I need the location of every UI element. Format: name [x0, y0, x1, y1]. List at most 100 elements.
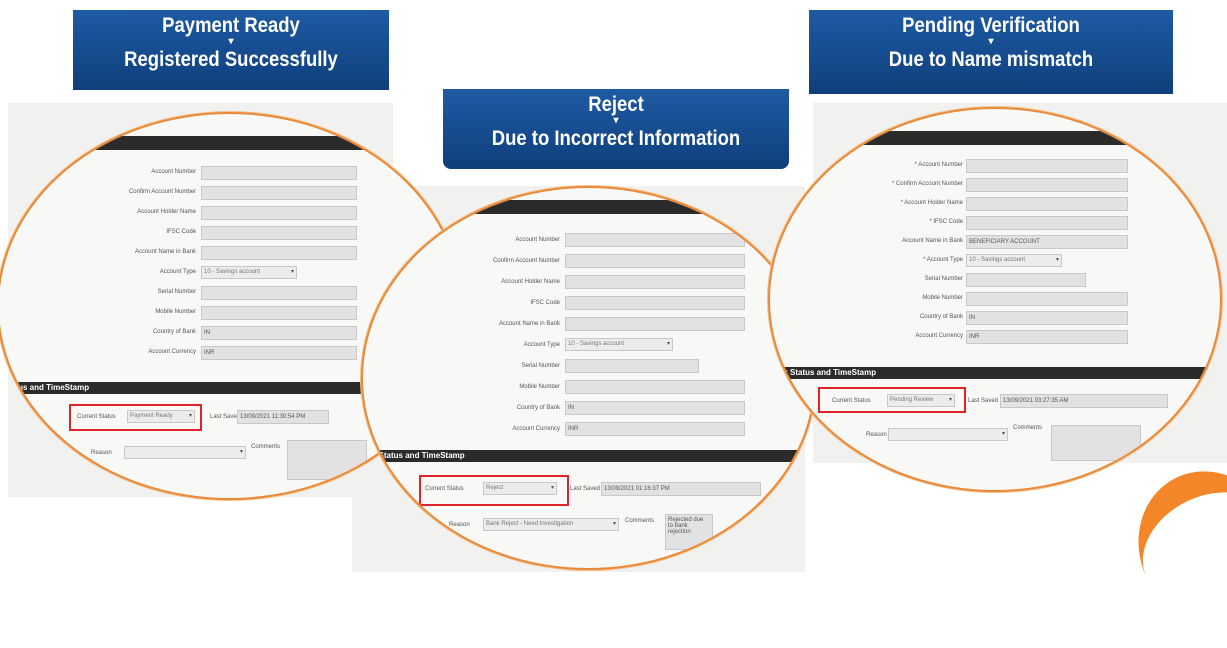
- account-name-in-bank-input[interactable]: BENEFICIARY ACCOUNT: [966, 235, 1128, 249]
- status-highlight: [818, 387, 966, 413]
- field-label: Confirm Account Number: [128, 189, 196, 195]
- banner-payment-ready: Payment Ready ▾ Registered Successfully: [73, 10, 389, 90]
- field-value: INR: [969, 334, 980, 340]
- account-type-select[interactable]: 10 - Savings account ▾: [966, 254, 1062, 267]
- account-holder-name-input[interactable]: [966, 197, 1128, 211]
- mobile-number-input[interactable]: [201, 306, 357, 320]
- field-label: Account Name in Bank: [498, 321, 560, 327]
- last-saved-label: Last Saved: [570, 486, 601, 492]
- confirm-account-number-input[interactable]: [966, 178, 1128, 192]
- account-currency-input[interactable]: INR: [565, 422, 745, 436]
- field-value: 13/09/2021 03:27:35 AM: [1003, 398, 1069, 404]
- ifsc-code-input[interactable]: [565, 296, 745, 310]
- account-number-input[interactable]: [966, 159, 1128, 173]
- account-holder-name-input[interactable]: [201, 206, 357, 220]
- field-value: IN: [568, 405, 574, 411]
- serial-number-input[interactable]: [201, 286, 357, 300]
- field-row: * Confirm Account Number: [770, 178, 963, 194]
- comments-textarea[interactable]: Rejected due to bank rejection: [665, 514, 713, 550]
- zoom-circle-pending-verification: * Account Number * Confirm Account Numbe…: [768, 107, 1222, 492]
- status-highlight: [419, 475, 569, 506]
- account-holder-name-input[interactable]: [565, 275, 745, 289]
- field-value: IN: [969, 315, 975, 321]
- country-of-bank-input[interactable]: IN: [201, 326, 357, 340]
- field-row: Account Currency: [770, 330, 963, 346]
- field-label: * Account Type: [923, 257, 963, 263]
- field-value: INR: [204, 350, 215, 356]
- field-label: Account Name in Bank: [901, 238, 963, 244]
- ifsc-code-input[interactable]: [966, 216, 1128, 230]
- field-row: Confirm Account Number: [363, 255, 560, 271]
- account-name-in-bank-input[interactable]: [565, 317, 745, 331]
- field-row: Account Holder Name: [0, 206, 196, 222]
- reason-select[interactable]: Bank Reject - Need Investigation ▾: [483, 518, 619, 531]
- field-label: * Confirm Account Number: [891, 181, 963, 187]
- field-label: IFSC Code: [530, 300, 560, 306]
- field-row: Serial Number: [770, 273, 963, 289]
- last-saved-field: 13/09/2021 01:16:37 PM: [601, 482, 761, 496]
- account-currency-input[interactable]: INR: [201, 346, 357, 360]
- field-label: Account Currency: [915, 333, 963, 339]
- field-value: IN: [204, 330, 210, 336]
- select-value: 10 - Savings account: [204, 269, 261, 275]
- banner-subtitle: Due to Name mismatch: [888, 48, 1094, 71]
- account-type-select[interactable]: 10 - Savings account ▾: [565, 338, 673, 351]
- account-name-in-bank-input[interactable]: [201, 246, 357, 260]
- field-row: Serial Number: [0, 286, 196, 302]
- field-row: IFSC Code: [0, 226, 196, 242]
- field-label: Mobile Number: [155, 309, 196, 315]
- field-label: Mobile Number: [922, 295, 963, 301]
- serial-number-input[interactable]: [966, 273, 1086, 287]
- status-section-header: ank Status and TimeStamp: [770, 367, 1220, 379]
- field-row: Mobile Number: [770, 292, 963, 308]
- chevron-down-icon: ▾: [1055, 257, 1059, 263]
- reason-select[interactable]: ▾: [888, 428, 1008, 441]
- banner-reject: Reject ▾ Due to Incorrect Information: [443, 89, 789, 169]
- account-type-select[interactable]: 10 - Savings account ▾: [201, 266, 297, 279]
- banner-title: Payment Ready: [162, 14, 300, 37]
- field-row: Account Currency: [363, 423, 560, 439]
- account-number-input[interactable]: [201, 166, 357, 180]
- ifsc-code-input[interactable]: [201, 226, 357, 240]
- decorative-swoosh: [1113, 447, 1227, 648]
- field-label: Account Currency: [148, 349, 196, 355]
- field-row: Country of Bank: [363, 402, 560, 418]
- field-label: Account Currency: [512, 426, 560, 432]
- serial-number-input[interactable]: [565, 359, 699, 373]
- last-saved-field: 13/09/2021 11:30:54 PM: [237, 410, 329, 424]
- field-label: Confirm Account Number: [492, 258, 560, 264]
- comments-textarea[interactable]: [1051, 425, 1141, 461]
- comments-label: Comments: [251, 444, 281, 450]
- comments-label: Comments: [625, 518, 655, 524]
- form-header-bar: [403, 200, 814, 214]
- reason-label: Reason: [866, 432, 887, 438]
- status-section-header: nk Status and TimeStamp: [363, 450, 814, 462]
- field-value: BENEFICIARY ACCOUNT: [969, 239, 1040, 245]
- field-row: Serial Number: [363, 360, 560, 376]
- country-of-bank-input[interactable]: IN: [966, 311, 1128, 325]
- confirm-account-number-input[interactable]: [201, 186, 357, 200]
- down-arrow-icon: ▾: [228, 36, 234, 47]
- field-row: Account Name in Bank: [770, 235, 963, 251]
- mobile-number-input[interactable]: [966, 292, 1128, 306]
- reason-select[interactable]: ▾: [124, 446, 246, 459]
- account-currency-input[interactable]: INR: [966, 330, 1128, 344]
- last-saved-field: 13/09/2021 03:27:35 AM: [1000, 394, 1168, 408]
- select-value: 10 - Savings account: [568, 341, 625, 347]
- field-label: Account Holder Name: [501, 279, 560, 285]
- field-row: Country of Bank: [770, 311, 963, 327]
- comments-textarea[interactable]: [287, 440, 367, 480]
- chevron-down-icon: ▾: [1001, 431, 1005, 437]
- banner-title: Reject: [588, 93, 644, 116]
- field-value: 13/09/2021 01:16:37 PM: [604, 486, 670, 492]
- down-arrow-icon: ▾: [988, 36, 994, 47]
- account-number-input[interactable]: [565, 233, 745, 247]
- confirm-account-number-input[interactable]: [565, 254, 745, 268]
- mobile-number-input[interactable]: [565, 380, 745, 394]
- field-row: Mobile Number: [0, 306, 196, 322]
- field-row: IFSC Code: [363, 297, 560, 313]
- country-of-bank-input[interactable]: IN: [565, 401, 745, 415]
- field-row: Account Name in Bank: [0, 246, 196, 262]
- field-label: Serial Number: [521, 363, 560, 369]
- field-row: Account Number: [0, 166, 196, 182]
